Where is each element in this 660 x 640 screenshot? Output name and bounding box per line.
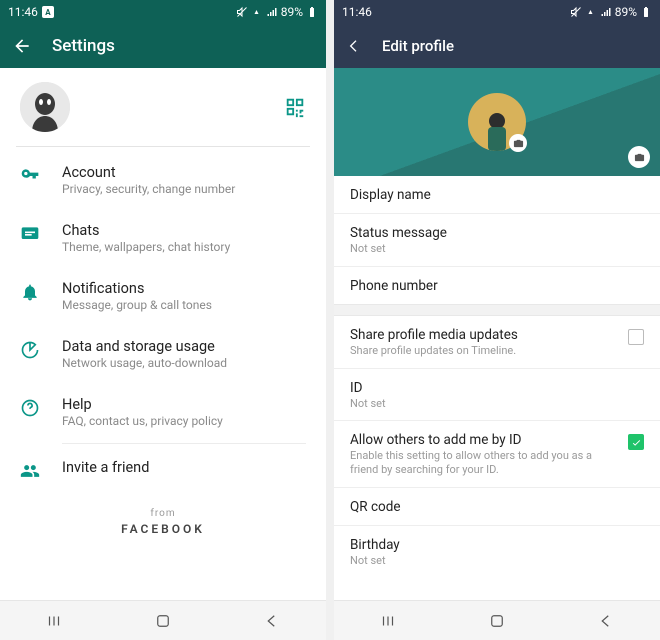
row-phone-number[interactable]: Phone number: [334, 267, 660, 304]
setting-help[interactable]: Help FAQ, contact us, privacy policy: [0, 383, 326, 441]
status-time: 11:46: [8, 5, 38, 19]
setting-title: Data and storage usage: [62, 338, 306, 355]
back-icon[interactable]: [12, 36, 32, 56]
settings-list: Account Privacy, security, change number…: [0, 147, 326, 494]
setting-notifications[interactable]: Notifications Message, group & call tone…: [0, 267, 326, 325]
row-allow-add-by-id[interactable]: Allow others to add me by ID Enable this…: [334, 421, 660, 488]
row-label: Phone number: [350, 278, 644, 294]
settings-header: Settings: [0, 24, 326, 68]
recent-apps-icon[interactable]: [45, 612, 63, 630]
row-sub: Share profile updates on Timeline.: [350, 344, 616, 358]
row-sub: Not set: [350, 242, 644, 256]
status-battery: 89%: [281, 5, 303, 19]
mute-icon: [570, 6, 582, 18]
mute-icon: [236, 6, 248, 18]
row-status-message[interactable]: Status message Not set: [334, 214, 660, 267]
camera-icon: [634, 152, 645, 163]
status-battery: 89%: [615, 5, 637, 19]
profile-cover[interactable]: [334, 68, 660, 176]
whatsapp-settings-screen: 11:46 A 89% Settings: [0, 0, 326, 640]
setting-account[interactable]: Account Privacy, security, change number: [0, 151, 326, 209]
setting-title: Notifications: [62, 280, 306, 297]
back-icon[interactable]: [346, 38, 362, 54]
row-display-name[interactable]: Display name: [334, 176, 660, 214]
home-icon[interactable]: [488, 612, 506, 630]
row-label: QR code: [350, 499, 644, 515]
share-media-checkbox[interactable]: [628, 329, 644, 345]
setting-chats[interactable]: Chats Theme, wallpapers, chat history: [0, 209, 326, 267]
battery-icon: [640, 6, 652, 18]
row-label: ID: [350, 380, 644, 396]
row-sub: Not set: [350, 554, 644, 568]
row-label: Display name: [350, 187, 644, 203]
edit-profile-title: Edit profile: [382, 37, 454, 55]
row-label: Allow others to add me by ID: [350, 432, 616, 448]
data-usage-icon: [20, 340, 40, 360]
setting-title: Invite a friend: [62, 459, 306, 476]
back-nav-icon[interactable]: [597, 612, 615, 630]
bell-icon: [20, 282, 40, 302]
from-brand: FACEBOOK: [0, 522, 326, 536]
row-id[interactable]: ID Not set: [334, 369, 660, 422]
row-birthday[interactable]: Birthday Not set: [334, 526, 660, 578]
setting-title: Account: [62, 164, 306, 181]
signal-icon: [266, 6, 278, 18]
network-icon: [585, 6, 597, 18]
avatar-image: [20, 82, 70, 132]
edit-profile-header: Edit profile: [334, 24, 660, 68]
allow-add-checkbox[interactable]: [628, 434, 644, 450]
status-bar: 11:46 89%: [334, 0, 660, 24]
qr-code-icon[interactable]: [284, 96, 306, 118]
from-facebook: from FACEBOOK: [0, 508, 326, 536]
change-cover-icon[interactable]: [628, 146, 650, 168]
settings-title: Settings: [52, 36, 115, 56]
row-sub: Enable this setting to allow others to a…: [350, 449, 616, 477]
profile-avatar[interactable]: [20, 82, 70, 132]
signal-icon: [600, 6, 612, 18]
edit-profile-list: Display name Status message Not set Phon…: [334, 176, 660, 600]
row-sub: Not set: [350, 397, 644, 411]
row-qr-code[interactable]: QR code: [334, 488, 660, 526]
setting-data-storage[interactable]: Data and storage usage Network usage, au…: [0, 325, 326, 383]
row-label: Share profile media updates: [350, 327, 616, 343]
setting-sub: Message, group & call tones: [62, 298, 306, 312]
people-icon: [20, 461, 40, 481]
key-icon: [20, 166, 40, 186]
help-icon: [20, 398, 40, 418]
recent-apps-icon[interactable]: [379, 612, 397, 630]
setting-sub: Privacy, security, change number: [62, 182, 306, 196]
chat-icon: [20, 224, 40, 244]
row-label: Status message: [350, 225, 644, 241]
status-bar: 11:46 A 89%: [0, 0, 326, 24]
status-badge-icon: A: [42, 6, 54, 18]
divider: [62, 443, 306, 444]
android-navbar: [0, 600, 326, 640]
status-time: 11:46: [342, 5, 372, 19]
camera-icon: [513, 138, 524, 149]
setting-title: Chats: [62, 222, 306, 239]
section-gap: [334, 304, 660, 316]
setting-sub: Network usage, auto-download: [62, 356, 306, 370]
back-nav-icon[interactable]: [263, 612, 281, 630]
setting-sub: Theme, wallpapers, chat history: [62, 240, 306, 254]
row-label: Birthday: [350, 537, 644, 553]
setting-sub: FAQ, contact us, privacy policy: [62, 414, 306, 428]
check-icon: [631, 437, 642, 448]
profile-row[interactable]: [0, 68, 326, 146]
home-icon[interactable]: [154, 612, 172, 630]
network-icon: [251, 6, 263, 18]
row-share-media[interactable]: Share profile media updates Share profil…: [334, 316, 660, 369]
line-edit-profile-screen: 11:46 89% Edit profile: [334, 0, 660, 640]
setting-invite[interactable]: Invite a friend: [0, 446, 326, 494]
android-navbar: [334, 600, 660, 640]
change-photo-icon[interactable]: [509, 134, 527, 152]
battery-icon: [306, 6, 318, 18]
from-label: from: [0, 508, 326, 519]
setting-title: Help: [62, 396, 306, 413]
